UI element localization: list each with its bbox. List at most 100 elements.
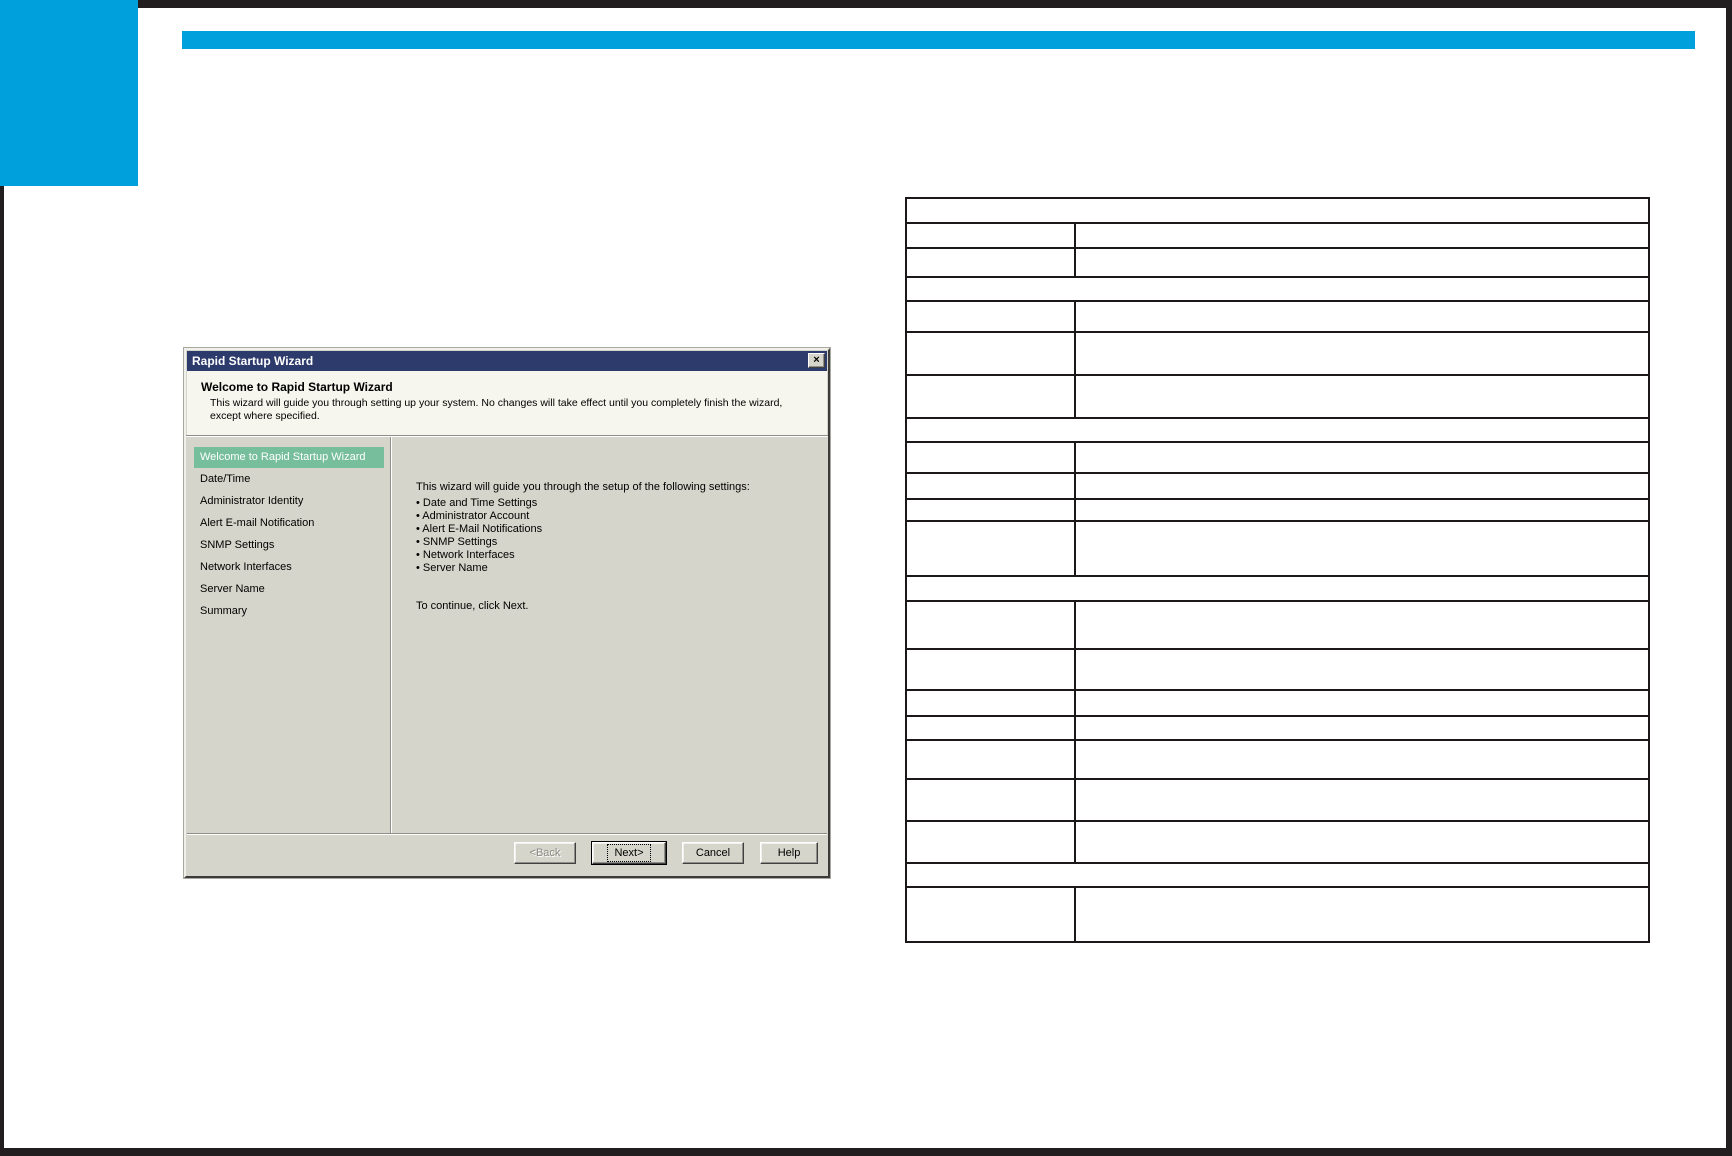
settings-bullet-item: • Network Interfaces: [416, 549, 515, 561]
wizard-step-item[interactable]: Date/Time: [194, 469, 384, 490]
wizard-step-item[interactable]: SNMP Settings: [194, 535, 384, 556]
chapter-accent-bar: [182, 31, 1695, 49]
table-row: [905, 300, 1650, 333]
table-cell-label: [905, 689, 1076, 717]
table-cell-label: [905, 886, 1076, 943]
table-row: [905, 197, 1650, 224]
table-row: [905, 520, 1650, 577]
table-row: [905, 648, 1650, 691]
table-cell-label: [905, 222, 1076, 249]
table-cell-label: [905, 247, 1076, 278]
wizard-step-item[interactable]: Alert E-mail Notification: [194, 513, 384, 534]
table-cell-label: [905, 820, 1076, 864]
table-cell-value: [1074, 689, 1650, 717]
next-button[interactable]: Next>: [592, 842, 666, 864]
settings-bullet-item: • Administrator Account: [416, 510, 530, 522]
table-cell-full: [905, 417, 1650, 443]
page-border-bottom: [0, 1148, 1732, 1156]
settings-bullet-item: • SNMP Settings: [416, 536, 498, 548]
table-cell-value: [1074, 374, 1650, 419]
table-cell-value: [1074, 247, 1650, 278]
content-intro: This wizard will guide you through the s…: [416, 481, 750, 493]
table-cell-value: [1074, 600, 1650, 650]
table-row: [905, 331, 1650, 376]
cancel-button[interactable]: Cancel: [682, 842, 744, 864]
table-cell-value: [1074, 739, 1650, 780]
window-title: Rapid Startup Wizard: [192, 354, 314, 368]
table-cell-label: [905, 520, 1076, 577]
table-row: [905, 820, 1650, 864]
settings-bullet-list: • Date and Time Settings • Administrator …: [416, 497, 814, 575]
wizard-content: This wizard will guide you through the s…: [416, 481, 814, 613]
wizard-header-description: This wizard will guide you through setti…: [210, 397, 783, 422]
content-footer: To continue, click Next.: [416, 600, 529, 612]
table-cell-label: [905, 472, 1076, 500]
table-row: [905, 600, 1650, 650]
corner-accent-block: [0, 0, 138, 186]
table-cell-value: [1074, 820, 1650, 864]
nav-content-divider: [390, 437, 392, 833]
summary-table-body: [905, 197, 1650, 943]
table-row: [905, 778, 1650, 822]
document-page: Rapid Startup Wizard × Welcome to Rapid …: [0, 0, 1732, 1156]
table-row: [905, 575, 1650, 602]
table-row: [905, 715, 1650, 741]
wizard-step-item[interactable]: Network Interfaces: [194, 557, 384, 578]
table-cell-value: [1074, 472, 1650, 500]
table-cell-full: [905, 276, 1650, 302]
table-cell-value: [1074, 498, 1650, 522]
back-button[interactable]: <Back: [514, 842, 576, 864]
wizard-button-row: <Back Next> Cancel Help: [514, 842, 818, 864]
summary-table: [905, 197, 1650, 943]
table-cell-value: [1074, 778, 1650, 822]
table-row: [905, 417, 1650, 443]
header-separator: [186, 435, 828, 437]
help-button[interactable]: Help: [760, 842, 818, 864]
table-cell-label: [905, 498, 1076, 522]
window-title-bar[interactable]: Rapid Startup Wizard ×: [187, 351, 827, 371]
table-cell-value: [1074, 886, 1650, 943]
table-row: [905, 247, 1650, 278]
table-cell-label: [905, 648, 1076, 691]
wizard-window: Rapid Startup Wizard × Welcome to Rapid …: [184, 348, 830, 878]
table-row: [905, 472, 1650, 500]
settings-bullet-item: • Date and Time Settings: [416, 497, 538, 509]
table-cell-value: [1074, 520, 1650, 577]
table-row: [905, 222, 1650, 249]
page-border-right: [1726, 0, 1732, 1156]
table-cell-value: [1074, 441, 1650, 474]
table-cell-label: [905, 441, 1076, 474]
settings-bullet-item: • Alert E-Mail Notifications: [416, 523, 543, 535]
table-cell-value: [1074, 331, 1650, 376]
table-cell-value: [1074, 648, 1650, 691]
table-row: [905, 739, 1650, 780]
table-row: [905, 862, 1650, 888]
table-cell-full: [905, 575, 1650, 602]
page-border-top: [138, 0, 1732, 8]
button-label: Help: [777, 847, 801, 859]
table-row: [905, 374, 1650, 419]
wizard-header: Welcome to Rapid Startup Wizard This wiz…: [187, 371, 827, 435]
table-row: [905, 886, 1650, 943]
table-cell-value: [1074, 222, 1650, 249]
table-cell-full: [905, 862, 1650, 888]
wizard-step-item[interactable]: Server Name: [194, 579, 384, 600]
button-label: Cancel: [695, 847, 731, 859]
table-cell-label: [905, 600, 1076, 650]
wizard-step-item[interactable]: Summary: [194, 601, 384, 622]
table-cell-label: [905, 374, 1076, 419]
wizard-header-title: Welcome to Rapid Startup Wizard: [201, 380, 393, 394]
table-cell-label: [905, 739, 1076, 780]
close-button[interactable]: ×: [808, 353, 825, 368]
settings-bullet-item: • Server Name: [416, 562, 488, 574]
table-row: [905, 498, 1650, 522]
wizard-step-list: Welcome to Rapid Startup Wizard Date/Time…: [194, 447, 384, 623]
table-cell-full: [905, 197, 1650, 224]
wizard-step-item[interactable]: Welcome to Rapid Startup Wizard: [194, 447, 384, 468]
button-separator: [187, 833, 827, 835]
table-cell-label: [905, 778, 1076, 822]
table-cell-label: [905, 300, 1076, 333]
button-label: Next>: [607, 844, 651, 862]
close-icon: ×: [813, 354, 820, 366]
wizard-step-item[interactable]: Administrator Identity: [194, 491, 384, 512]
